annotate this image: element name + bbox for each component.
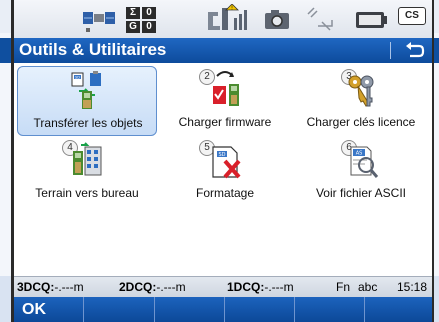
svg-text:!: ! — [231, 6, 233, 12]
softkey-4[interactable] — [224, 297, 295, 322]
adjacent-statusbar-right — [434, 0, 439, 33]
cq2-value: -.---m — [156, 280, 186, 294]
battery-icon[interactable] — [354, 4, 390, 34]
softkey-2[interactable] — [84, 297, 155, 322]
svg-text:SD: SD — [218, 152, 225, 158]
connection-icon[interactable] — [304, 4, 336, 34]
tile-load-firmware[interactable]: 2 Charger firmware — [155, 66, 295, 136]
back-icon[interactable] — [402, 40, 426, 61]
softkey-3[interactable] — [154, 297, 225, 322]
cq3-label: 3DCQ: — [17, 280, 55, 294]
tile-label: Terrain vers bureau — [35, 186, 139, 200]
svg-text:AS: AS — [356, 151, 363, 157]
sigma-value: 0 — [142, 6, 156, 19]
quality-info-bar: 3DCQ:-.---m 2DCQ:-.---m 1DCQ:-.---m Fn a… — [14, 276, 432, 297]
cs-badge[interactable]: CS — [398, 7, 426, 25]
tile-label: Formatage — [195, 186, 255, 200]
sigma-label: Σ — [126, 6, 140, 19]
view-ascii-icon: AS — [341, 141, 381, 181]
cq1-value: -.---m — [264, 280, 294, 294]
camera-icon[interactable] — [262, 4, 292, 34]
license-keys-icon — [341, 70, 381, 110]
title-bar: Outils & Utilitaires — [14, 38, 432, 63]
tile-field-to-office[interactable]: 4 Terrain vers bureau — [17, 137, 157, 207]
ok-button[interactable]: OK — [14, 297, 84, 322]
rtk-radio-icon[interactable]: ! — [204, 3, 250, 34]
adjacent-footer-left — [0, 276, 11, 322]
tile-view-ascii[interactable]: 6 AS Voir fichier ASCII — [291, 137, 431, 207]
satellite-icon[interactable] — [80, 4, 120, 34]
main-screen: Σ 0 G 0 ! CS Outils & Utilitaires SD Tra… — [14, 0, 432, 322]
clock: 15:18 — [397, 280, 428, 294]
adjacent-window-right — [434, 0, 439, 322]
fn-indicator: Fn — [336, 280, 351, 294]
page-title: Outils & Utilitaires — [19, 40, 167, 59]
adjacent-titlebar-left — [0, 38, 11, 63]
softkey-6[interactable] — [364, 297, 432, 322]
tile-label: Voir fichier ASCII — [315, 186, 407, 200]
format-icon: SD — [205, 141, 245, 181]
adjacent-window-left — [0, 0, 11, 322]
tile-label: Transférer les objets — [33, 116, 143, 130]
softkey-bar: OK — [14, 297, 432, 322]
adjacent-footer-right — [434, 276, 439, 322]
tile-license-keys[interactable]: 3 Charger clés licence — [291, 66, 431, 136]
tile-label: Charger firmware — [178, 115, 272, 129]
cq2-label: 2DCQ: — [119, 280, 157, 294]
tile-format[interactable]: 5 SD Formatage — [155, 137, 295, 207]
svg-text:SD: SD — [75, 76, 80, 80]
title-separator — [390, 42, 391, 59]
gps-value: 0 — [142, 20, 156, 33]
tools-grid: SD Transférer les objets 2 Charger firmw… — [14, 63, 432, 275]
cq1-label: 1DCQ: — [227, 280, 265, 294]
satellite-counts: Σ 0 G 0 — [126, 6, 168, 34]
adjacent-titlebar-right — [434, 38, 439, 63]
softkey-5[interactable] — [294, 297, 365, 322]
transfer-objects-icon: SD — [67, 71, 107, 111]
gps-label: G — [126, 20, 140, 33]
tile-transfer-objects[interactable]: SD Transférer les objets — [17, 66, 157, 136]
adjacent-statusbar-left — [0, 0, 11, 33]
tile-label: Charger clés licence — [306, 115, 416, 129]
input-mode-indicator: abc — [358, 280, 378, 294]
field-to-office-icon — [67, 141, 107, 181]
load-firmware-icon — [205, 70, 245, 110]
status-bar: Σ 0 G 0 ! CS — [14, 0, 432, 39]
cq3-value: -.---m — [54, 280, 84, 294]
